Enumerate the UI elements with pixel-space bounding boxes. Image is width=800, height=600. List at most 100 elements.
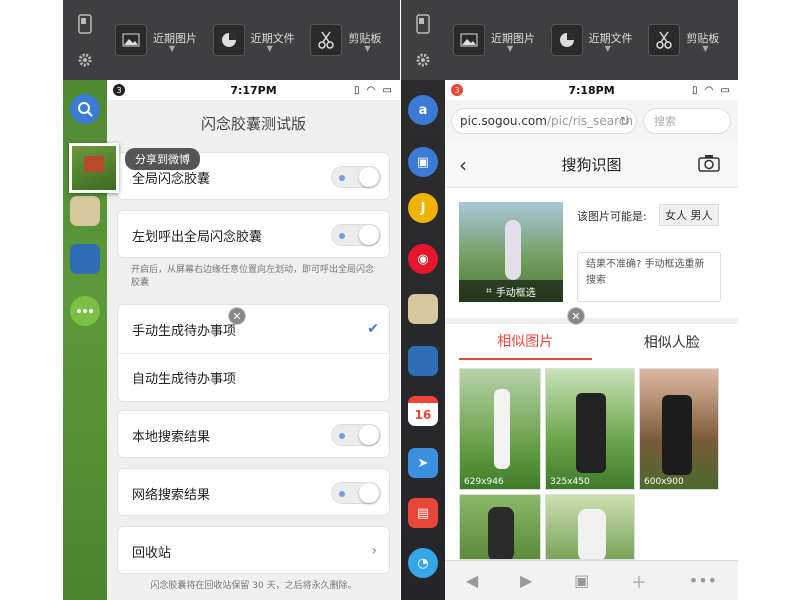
- maybe-label: 该图片可能是:: [577, 210, 647, 223]
- local-search-toggle[interactable]: [331, 424, 381, 446]
- settings-row-recycle[interactable]: 回收站 ›: [118, 527, 389, 575]
- result-tabs: 相似图片 相似人脸: [445, 318, 738, 360]
- close-icon[interactable]: ✕: [567, 307, 585, 325]
- browser-icon[interactable]: a: [408, 95, 438, 125]
- tab-similar-faces[interactable]: 相似人脸: [606, 324, 739, 360]
- clipboard-button[interactable]: 剪贴板 ▼: [640, 0, 738, 80]
- row-label: 网络搜索结果: [132, 487, 211, 503]
- more-icon[interactable]: •••: [689, 571, 717, 590]
- page-header: ‹ 搜狗识图: [445, 142, 738, 188]
- row-label: 本地搜索结果: [132, 429, 211, 445]
- gear-icon[interactable]: [409, 46, 437, 74]
- tag-chip[interactable]: 女人 男人: [659, 204, 719, 226]
- recycle-note: 闪念胶囊将在回收站保留 30 天，之后将永久删除。: [150, 581, 357, 591]
- settings-row-local-search: 本地搜索结果: [118, 411, 389, 459]
- result-photo[interactable]: 600x900: [639, 368, 719, 490]
- results-grid: 629x946 325x450 600x900: [445, 360, 738, 560]
- reload-icon[interactable]: ↻: [620, 114, 630, 128]
- swipe-note: 开启后，从屏幕右边缘任意位置向左划动，即可呼出全局闪念胶囊: [131, 265, 375, 288]
- plus-icon[interactable]: ＋: [631, 569, 647, 593]
- close-icon[interactable]: ✕: [228, 307, 246, 325]
- side-rail: a ▣ J ◉ 16 ➤ ▤ ◔: [401, 0, 445, 600]
- checkmark-icon: ✔: [367, 321, 379, 337]
- row-label: 自动生成待办事项: [132, 372, 237, 387]
- clipboard-button[interactable]: 剪贴板 ▼: [302, 0, 400, 80]
- gear-icon[interactable]: [71, 46, 99, 74]
- chevron-down-icon: ▼: [507, 44, 514, 53]
- settings-card-swipe: 左划呼出全局闪念胶囊: [117, 210, 390, 258]
- image-icon: [115, 24, 147, 56]
- photo-size: 629x946: [464, 477, 504, 487]
- query-photo[interactable]: ⌗ 手动框选: [459, 202, 563, 302]
- phone-icon[interactable]: [71, 10, 99, 38]
- recent-images-button[interactable]: 近期图片 ▼: [107, 0, 205, 80]
- chevron-down-icon: ▼: [266, 44, 273, 53]
- web-search-toggle[interactable]: [331, 482, 381, 504]
- multitask-icon[interactable]: ▣: [408, 147, 438, 177]
- feedback-box[interactable]: 结果不准确? 手动框选重新搜索: [577, 252, 721, 302]
- global-toggle[interactable]: [331, 166, 381, 188]
- top-toolbar: 近期图片 ▼ 近期文件 ▼ 剪贴板 ▼: [445, 0, 738, 80]
- result-photo[interactable]: 325x450: [545, 368, 635, 490]
- settings-row-swipe: 左划呼出全局闪念胶囊: [118, 211, 389, 259]
- chevron-down-icon: ▼: [604, 44, 611, 53]
- weibo-icon[interactable]: ◉: [408, 244, 438, 274]
- row-label: 回收站: [132, 545, 172, 561]
- forward-icon[interactable]: ▶: [520, 571, 532, 590]
- image-icon: [453, 24, 485, 56]
- phone-icon[interactable]: [409, 10, 437, 38]
- settings-row-web-search: 网络搜索结果: [118, 469, 389, 517]
- share-weibo-tooltip[interactable]: 分享到微博: [125, 148, 200, 170]
- stamp-app-icon[interactable]: [70, 244, 100, 274]
- right-screen: a ▣ J ◉ 16 ➤ ▤ ◔ 近期图片 ▼ 近期文件 ▼ 剪贴板 ▼ 3 7…: [401, 0, 738, 600]
- manual-select-label[interactable]: 手动框选: [496, 284, 536, 299]
- tab-similar-images[interactable]: 相似图片: [459, 324, 592, 360]
- calendar-icon[interactable]: 16: [408, 396, 438, 426]
- chevron-down-icon: ▼: [364, 44, 371, 53]
- recognition-result: ⌗ 手动框选 该图片可能是: 女人 男人 结果不准确? 手动框选重新搜索: [445, 188, 738, 318]
- top-toolbar: 近期图片 ▼ 近期文件 ▼ 剪贴板 ▼: [107, 0, 400, 80]
- settings-row-auto-todo[interactable]: 自动生成待办事项: [118, 353, 389, 401]
- swipe-toggle[interactable]: [331, 224, 381, 246]
- back-icon[interactable]: ◀: [466, 571, 478, 590]
- status-icons: ▯ ◠ ▭: [353, 84, 394, 96]
- row-label: 手动生成待办事项: [132, 323, 237, 339]
- result-photo[interactable]: [459, 494, 541, 560]
- settings-panel: 闪念胶囊测试版 全局闪念胶囊 左划呼出全局闪念胶囊 开启后，从屏幕右边缘任意位置…: [107, 100, 400, 600]
- notes-icon[interactable]: [70, 196, 100, 226]
- status-bar: 3 7:18PM ▯ ◠ ▭: [445, 80, 738, 100]
- photo-size: 600x900: [644, 477, 684, 487]
- chat-icon[interactable]: [70, 296, 100, 326]
- notes-icon[interactable]: [408, 294, 438, 324]
- result-photo[interactable]: 629x946: [459, 368, 541, 490]
- result-photo[interactable]: [545, 494, 635, 560]
- url-host: pic.sogou.com: [460, 114, 547, 128]
- settings-card-todo: 手动生成待办事项 ✔ 自动生成待办事项: [117, 304, 390, 402]
- row-label: 左划呼出全局闪念胶囊: [132, 229, 263, 245]
- pie-file-icon: [212, 24, 245, 56]
- settings-card-local: 本地搜索结果: [117, 410, 390, 458]
- recent-files-button[interactable]: 近期文件 ▼: [205, 0, 303, 80]
- back-arrow-icon[interactable]: ‹: [459, 153, 467, 177]
- tabs-icon[interactable]: ▣: [574, 571, 589, 590]
- recent-files-button[interactable]: 近期文件 ▼: [543, 0, 641, 80]
- side-rail: [63, 0, 107, 600]
- store-icon[interactable]: ▤: [408, 498, 438, 528]
- pie-file-icon: [550, 24, 583, 56]
- camera-icon[interactable]: [698, 154, 720, 176]
- url-field[interactable]: pic.sogou.com/pic/ris_search ↻: [451, 108, 637, 134]
- settings-row-manual-todo[interactable]: 手动生成待办事项 ✔: [118, 305, 389, 353]
- browser-bottom-nav: ◀ ▶ ▣ ＋ •••: [445, 560, 738, 600]
- status-icons: ▯ ◠ ▭: [691, 84, 732, 96]
- j-app-icon[interactable]: J: [408, 193, 438, 223]
- recent-images-button[interactable]: 近期图片 ▼: [445, 0, 543, 80]
- search-input[interactable]: 搜索: [643, 108, 731, 134]
- chevron-right-icon: ›: [371, 543, 377, 559]
- refresh-app-icon[interactable]: ◔: [408, 548, 438, 578]
- chevron-down-icon: ▼: [169, 44, 176, 53]
- stamp-app-icon[interactable]: [408, 346, 438, 376]
- settings-card-web: 网络搜索结果: [117, 468, 390, 516]
- send-icon[interactable]: ➤: [408, 448, 438, 478]
- dragged-photo-thumbnail[interactable]: [69, 143, 119, 193]
- image-search-icon[interactable]: [70, 94, 100, 124]
